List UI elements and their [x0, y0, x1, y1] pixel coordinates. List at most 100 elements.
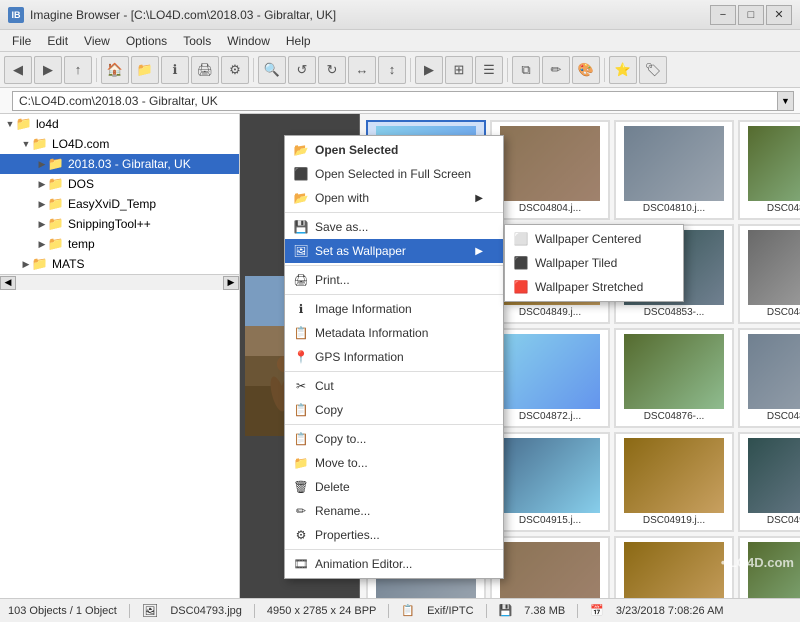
tb-info[interactable]: ℹ: [161, 56, 189, 84]
menu-edit[interactable]: Edit: [39, 30, 76, 52]
tree-expander-3[interactable]: ▶: [36, 178, 48, 190]
tb-print[interactable]: 🖨: [191, 56, 219, 84]
ctx-animation-editor[interactable]: 🎞 Animation Editor...: [285, 552, 503, 576]
thumbnail-10[interactable]: DSC04876-...: [614, 328, 734, 428]
ctx-open-fullscreen[interactable]: ⬛ Open Selected in Full Screen: [285, 162, 503, 186]
ctx-copy-to[interactable]: 📋 Copy to...: [285, 427, 503, 451]
tb-settings[interactable]: ⚙: [221, 56, 249, 84]
thumbnail-2[interactable]: DSC04810.j...: [614, 120, 734, 220]
tb-tag[interactable]: 🏷: [639, 56, 667, 84]
ctx-meta-icon: 📋: [293, 325, 309, 341]
thumbnail-7[interactable]: DSC04861.j...: [738, 224, 800, 324]
tb-color[interactable]: 🎨: [572, 56, 600, 84]
tb-edit[interactable]: ✏: [542, 56, 570, 84]
tb-folder[interactable]: 📁: [131, 56, 159, 84]
thumbnail-11[interactable]: DSC04885.j...: [738, 328, 800, 428]
ctx-rename[interactable]: ✏ Rename...: [285, 499, 503, 523]
thumbnail-1[interactable]: DSC04804.j...: [490, 120, 610, 220]
status-sep3: [388, 604, 389, 618]
menu-bar: File Edit View Options Tools Window Help: [0, 30, 800, 52]
tb-flip-h[interactable]: ↔: [348, 56, 376, 84]
submenu-wallpaper-centered[interactable]: ⬜ Wallpaper Centered: [505, 227, 683, 251]
thumbnail-9[interactable]: DSC04872.j...: [490, 328, 610, 428]
thumb-img-18: [624, 542, 724, 598]
ctx-gps-icon: 📍: [293, 349, 309, 365]
tree-item-6[interactable]: ▶📁temp: [0, 234, 239, 254]
menu-file[interactable]: File: [4, 30, 39, 52]
tb-zoom-in[interactable]: 🔍: [258, 56, 286, 84]
ctx-gps-info[interactable]: 📍 GPS Information: [285, 345, 503, 369]
thumbnail-13[interactable]: DSC04915.j...: [490, 432, 610, 532]
file-tree: ▼📁lo4d▼📁LO4D.com▶📁2018.03 - Gibraltar, U…: [0, 114, 239, 274]
maximize-button[interactable]: □: [738, 5, 764, 25]
ctx-set-wallpaper[interactable]: 🖼 Set as Wallpaper ▶: [285, 239, 503, 263]
tree-item-4[interactable]: ▶📁EasyXviD_Temp: [0, 194, 239, 214]
status-bar: 103 Objects / 1 Object 🖼 DSC04793.jpg 49…: [0, 598, 800, 622]
ctx-copy[interactable]: 📋 Copy: [285, 398, 503, 422]
menu-help[interactable]: Help: [278, 30, 319, 52]
sidebar-hscroll[interactable]: ◀ ▶: [0, 274, 239, 290]
ctx-print[interactable]: 🖨 Print...: [285, 268, 503, 292]
thumbnail-18[interactable]: DSC...: [614, 536, 734, 598]
tb-list[interactable]: ☰: [475, 56, 503, 84]
ctx-move-to[interactable]: 📁 Move to...: [285, 451, 503, 475]
tree-item-3[interactable]: ▶📁DOS: [0, 174, 239, 194]
thumb-img-9: [500, 334, 600, 409]
ctx-save-as[interactable]: 💾 Save as...: [285, 215, 503, 239]
tree-expander-1[interactable]: ▼: [20, 138, 32, 150]
tree-expander-2[interactable]: ▶: [36, 158, 48, 170]
ctx-cut[interactable]: ✂ Cut: [285, 374, 503, 398]
tb-flip-v[interactable]: ↕: [378, 56, 406, 84]
tb-forward[interactable]: ▶: [34, 56, 62, 84]
tb-sep1: [96, 58, 97, 82]
tb-grid[interactable]: ⊞: [445, 56, 473, 84]
ctx-metadata-info[interactable]: 📋 Metadata Information: [285, 321, 503, 345]
ctx-moveto-icon: 📁: [293, 455, 309, 471]
ctx-open-selected[interactable]: 📂 Open Selected: [285, 138, 503, 162]
tb-rotate-l[interactable]: ↺: [288, 56, 316, 84]
thumbnail-15[interactable]: DSC04921.j...: [738, 432, 800, 532]
address-dropdown[interactable]: ▼: [778, 91, 794, 111]
status-cal-icon: 📅: [590, 604, 604, 617]
menu-options[interactable]: Options: [118, 30, 175, 52]
submenu-wallpaper-stretched[interactable]: 🟥 Wallpaper Stretched: [505, 275, 683, 299]
ctx-image-info[interactable]: ℹ Image Information: [285, 297, 503, 321]
thumbnail-3[interactable]: DSC04812.j...: [738, 120, 800, 220]
menu-view[interactable]: View: [76, 30, 118, 52]
close-button[interactable]: ✕: [766, 5, 792, 25]
tree-expander-5[interactable]: ▶: [36, 218, 48, 230]
ctx-open-with[interactable]: 📂 Open with ▶: [285, 186, 503, 210]
tb-back[interactable]: ◀: [4, 56, 32, 84]
tree-item-0[interactable]: ▼📁lo4d: [0, 114, 239, 134]
tree-expander-0[interactable]: ▼: [4, 118, 16, 130]
tree-expander-4[interactable]: ▶: [36, 198, 48, 210]
tree-item-7[interactable]: ▶📁MATS: [0, 254, 239, 274]
tree-item-1[interactable]: ▼📁LO4D.com: [0, 134, 239, 154]
ctx-properties[interactable]: ⚙ Properties...: [285, 523, 503, 547]
ctx-print-icon: 🖨: [293, 272, 309, 288]
tb-rotate-r[interactable]: ↻: [318, 56, 346, 84]
thumb-img-19: [748, 542, 800, 598]
tree-item-5[interactable]: ▶📁SnippingTool++: [0, 214, 239, 234]
menu-tools[interactable]: Tools: [175, 30, 219, 52]
submenu-wallpaper-tiled[interactable]: ⬛ Wallpaper Tiled: [505, 251, 683, 275]
ctx-delete[interactable]: 🗑 Delete: [285, 475, 503, 499]
thumbnail-17[interactable]: DSC...: [490, 536, 610, 598]
menu-window[interactable]: Window: [219, 30, 278, 52]
tb-up[interactable]: ↑: [64, 56, 92, 84]
ctx-cut-icon: ✂: [293, 378, 309, 394]
tree-expander-7[interactable]: ▶: [20, 258, 32, 270]
tree-item-2[interactable]: ▶📁2018.03 - Gibraltar, UK: [0, 154, 239, 174]
tb-star[interactable]: ⭐: [609, 56, 637, 84]
thumbnail-19[interactable]: DSC...: [738, 536, 800, 598]
ctx-sep1: [285, 212, 503, 213]
address-input[interactable]: [12, 91, 778, 111]
tree-expander-6[interactable]: ▶: [36, 238, 48, 250]
thumbnail-14[interactable]: DSC04919.j...: [614, 432, 734, 532]
tree-label-6: temp: [68, 237, 95, 251]
thumb-img-7: [748, 230, 800, 305]
tb-slide[interactable]: ▶: [415, 56, 443, 84]
tb-compare[interactable]: ⧉: [512, 56, 540, 84]
minimize-button[interactable]: −: [710, 5, 736, 25]
tb-home[interactable]: 🏠: [101, 56, 129, 84]
